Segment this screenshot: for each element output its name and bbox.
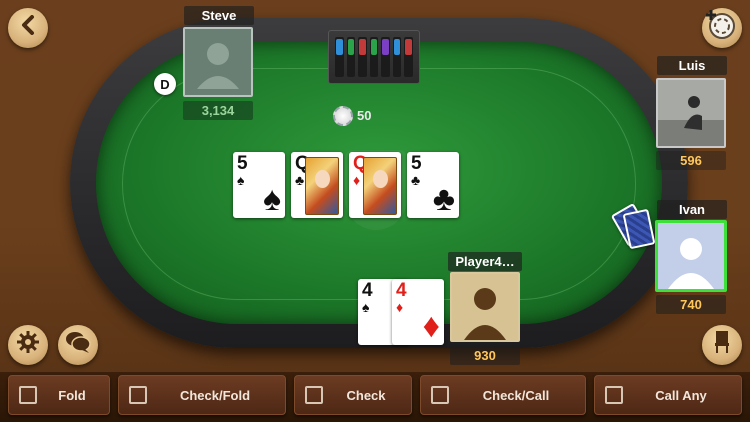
diamond-icon: ♦ <box>422 307 440 345</box>
card-suit: ♦ <box>353 172 361 188</box>
board-card-3: Q ♦ <box>349 152 401 218</box>
person-silhouette-icon <box>658 223 724 289</box>
check-fold-checkbox[interactable] <box>129 386 147 404</box>
avatar-ivan[interactable] <box>655 220 727 292</box>
chip-stack <box>392 37 402 77</box>
player-chips-steve: 3,134 <box>183 101 253 120</box>
queen-face-art <box>363 157 397 215</box>
card-suit: ♣ <box>295 172 305 188</box>
player-name-hero: Player4… <box>448 252 522 271</box>
queen-face-art <box>305 157 339 215</box>
add-chips-button[interactable] <box>702 8 742 48</box>
check-call-checkbox[interactable] <box>431 386 449 404</box>
dealer-button: D <box>154 73 176 95</box>
stand-up-button[interactable] <box>702 325 742 365</box>
chip-stack <box>358 37 367 77</box>
chevron-left-icon <box>19 15 37 41</box>
hero-card-2: 4 ♦ ♦ <box>392 279 444 345</box>
check-fold-button[interactable]: Check/Fold <box>118 375 286 415</box>
avatar-luis[interactable] <box>656 78 726 148</box>
call-any-label: Call Any <box>655 388 707 403</box>
pot-chip-icon <box>333 106 353 126</box>
board-card-2: Q ♣ <box>291 152 343 218</box>
check-fold-label: Check/Fold <box>179 388 251 403</box>
board-card-1: 5 ♠ ♠ <box>233 152 285 218</box>
back-button[interactable] <box>8 8 48 48</box>
card-suit: ♠ <box>237 172 245 188</box>
gear-icon <box>16 330 40 360</box>
check-call-button[interactable]: Check/Call <box>420 375 586 415</box>
avatar-steve[interactable] <box>183 27 253 97</box>
board-card-4: 5 ♣ ♣ <box>407 152 459 218</box>
check-call-label: Check/Call <box>482 388 550 403</box>
player-chips-luis: 596 <box>656 151 726 170</box>
pot-value: 50 <box>357 108 372 123</box>
chip-stack <box>369 37 379 77</box>
call-any-checkbox[interactable] <box>605 386 623 404</box>
chat-bubbles-icon <box>65 330 91 360</box>
fold-label: Fold <box>58 388 86 403</box>
person-silhouette-icon <box>452 274 518 340</box>
check-label: Check <box>346 388 386 403</box>
chip-stack <box>381 37 390 77</box>
player-name-steve: Steve <box>184 6 254 25</box>
chip-stack <box>346 37 356 77</box>
player-photo <box>658 80 724 146</box>
card-suit: ♠ <box>362 299 370 315</box>
card-suit: ♦ <box>396 299 404 315</box>
chair-icon <box>713 330 731 360</box>
chip-plus-icon <box>704 7 740 49</box>
fold-button[interactable]: Fold <box>8 375 110 415</box>
check-checkbox[interactable] <box>305 386 323 404</box>
card-suit: ♣ <box>411 172 421 188</box>
club-icon: ♣ <box>432 180 455 218</box>
player-name-ivan: Ivan <box>657 200 727 219</box>
dealer-chip-rack <box>328 30 420 84</box>
player-chips-ivan: 740 <box>656 295 726 314</box>
chat-button[interactable] <box>58 325 98 365</box>
fold-checkbox[interactable] <box>19 386 37 404</box>
check-button[interactable]: Check <box>294 375 412 415</box>
player-chips-hero: 930 <box>450 346 520 365</box>
player-name-luis: Luis <box>657 56 727 75</box>
call-any-button[interactable]: Call Any <box>594 375 742 415</box>
settings-button[interactable] <box>8 325 48 365</box>
person-silhouette-icon <box>197 43 239 89</box>
chip-stack <box>404 37 414 77</box>
spade-icon: ♠ <box>262 180 281 218</box>
avatar-hero[interactable] <box>450 272 520 342</box>
chip-stack <box>335 37 344 77</box>
